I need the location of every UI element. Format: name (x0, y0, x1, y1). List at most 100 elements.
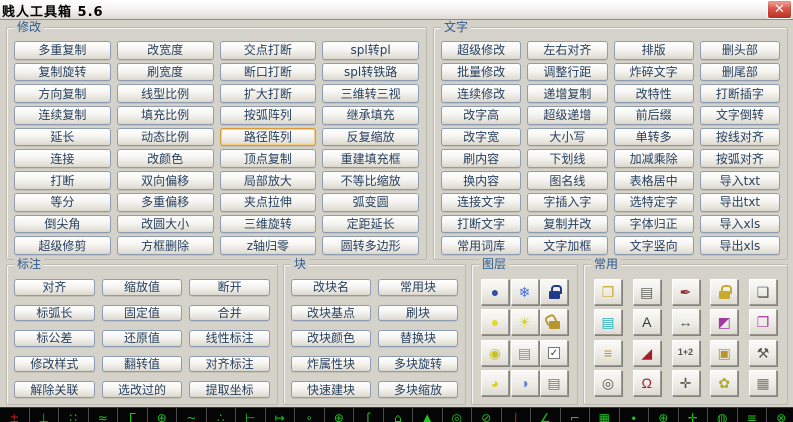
cad-tool-icon[interactable]: ⌐ (560, 407, 590, 422)
tool-button[interactable]: 复制旋转 (14, 62, 111, 82)
cad-tool-icon[interactable]: ✛ (678, 407, 708, 422)
layer-off-button[interactable]: ● (481, 279, 509, 305)
tool-button[interactable]: 延长 (14, 127, 111, 147)
tool-button[interactable]: 换内容 (441, 171, 522, 190)
magnet-button[interactable]: Ω (632, 369, 661, 396)
tool-button[interactable]: 解除关联 (14, 381, 95, 398)
tool-button[interactable]: 排版 (613, 41, 694, 60)
cad-tool-icon[interactable]: ∣ (501, 407, 531, 422)
tool-button[interactable]: z轴归零 (219, 236, 317, 255)
tool-button[interactable]: 批量修改 (441, 62, 522, 82)
tool-button[interactable]: 刷内容 (441, 149, 522, 169)
tool-button[interactable]: 多块旋转 (378, 355, 458, 373)
tool-button[interactable]: 改特性 (613, 84, 694, 104)
tool-button[interactable]: 改圆大小 (116, 214, 214, 234)
tool-button[interactable]: 重建填充框 (322, 149, 419, 169)
cad-tool-icon[interactable]: ± (0, 407, 30, 422)
layer-toggle-button[interactable]: ◑ (510, 369, 539, 396)
tool-button[interactable]: 扩大打断 (219, 84, 317, 104)
tool-button[interactable]: 前后缀 (613, 106, 694, 125)
tool-button[interactable]: 线型比例 (116, 84, 214, 104)
tool-button[interactable]: 连续复制 (14, 106, 111, 125)
tool-button[interactable]: 字体归正 (613, 214, 694, 234)
tool-button[interactable]: 连续修改 (441, 84, 522, 104)
tool-button[interactable]: 提取坐标 (189, 381, 270, 398)
tool-button[interactable]: 方向复制 (14, 84, 111, 104)
tool-button[interactable]: 炸属性块 (291, 355, 371, 373)
tool-button[interactable]: spl转铁路 (322, 62, 419, 82)
close-button[interactable]: ✕ (767, 0, 792, 19)
tool-button[interactable]: 不等比缩放 (322, 171, 419, 190)
cad-tool-icon[interactable]: ⊕ (324, 407, 354, 422)
tool-button[interactable]: 等分 (14, 192, 111, 212)
tool-button[interactable]: 多重复制 (14, 41, 111, 60)
tool-button[interactable]: 按线对齐 (699, 127, 780, 147)
tool-button[interactable]: 定距延长 (322, 214, 419, 234)
cad-tool-icon[interactable]: ⊕ (649, 407, 679, 422)
tool-button[interactable]: 交点打断 (219, 41, 317, 60)
tool-button[interactable]: 导出txt (699, 192, 780, 212)
tool-button[interactable]: 改块基点 (291, 304, 371, 322)
tool-button[interactable]: 导入xls (699, 214, 780, 234)
tool-button[interactable]: 导出xls (699, 236, 780, 255)
tool-button[interactable]: 超级修改 (441, 41, 522, 60)
tool-button[interactable]: 文字竖向 (613, 236, 694, 255)
tool-button[interactable]: 路径阵列 (219, 127, 317, 147)
tool-button[interactable]: 常用词库 (441, 236, 522, 255)
layer-on-lock-button[interactable]: ◉ (481, 339, 509, 366)
tool-button[interactable]: 按弧对齐 (699, 149, 780, 169)
tool-button[interactable]: 局部放大 (219, 171, 317, 190)
tool-button[interactable]: 方框删除 (116, 236, 214, 255)
tool-button[interactable]: 连接文字 (441, 192, 522, 212)
layer-lock-button[interactable] (540, 279, 568, 305)
tool-button[interactable]: 打断文字 (441, 214, 522, 234)
tool-button[interactable]: 三维转三视 (322, 84, 419, 104)
tool-button[interactable]: 多块缩放 (378, 381, 458, 398)
tool-button[interactable]: 炸碎文字 (613, 62, 694, 82)
globe-gear-button[interactable]: ✿ (710, 369, 739, 396)
lock-edit-button[interactable] (710, 279, 739, 305)
tool-button[interactable]: 改字高 (441, 106, 522, 125)
tool-button[interactable]: 复制并改 (527, 214, 608, 234)
tool-button[interactable]: 超级修剪 (14, 236, 111, 255)
cad-tool-icon[interactable]: ◍ (708, 407, 738, 422)
tool-button[interactable]: 文字加框 (527, 236, 608, 255)
tool-button[interactable]: 倒尖角 (14, 214, 111, 234)
cad-tool-icon[interactable]: ⊕ (147, 407, 177, 422)
tool-button[interactable]: 动态比例 (116, 127, 214, 147)
text-style-button[interactable]: A (632, 309, 661, 336)
tool-button[interactable]: 按弧阵列 (219, 106, 317, 125)
tool-button[interactable]: 改块颜色 (291, 330, 371, 347)
tool-button[interactable]: 反复缩放 (322, 127, 419, 147)
cad-tool-icon[interactable]: ◎ (442, 407, 472, 422)
cad-tool-icon[interactable]: ▲ (413, 407, 443, 422)
tool-button[interactable]: 双向偏移 (116, 171, 214, 190)
layer-off-pick-button[interactable]: ◕ (481, 369, 509, 396)
tool-button[interactable]: 刷块 (378, 304, 458, 322)
layer-freeze-button[interactable]: ❄ (510, 279, 539, 305)
tool-button[interactable]: 改宽度 (116, 41, 214, 60)
tool-button[interactable]: 打断 (14, 171, 111, 190)
cad-tool-icon[interactable]: Γ (118, 407, 148, 422)
write-block-button[interactable]: ❐ (749, 309, 777, 336)
tools-button[interactable]: ⚒ (749, 339, 777, 366)
tool-button[interactable]: 夹点拉伸 (219, 192, 317, 212)
tool-button[interactable]: 选特定字 (613, 192, 694, 212)
cad-tool-icon[interactable]: ⊢ (236, 407, 266, 422)
cad-tool-icon[interactable]: ≡ (737, 407, 767, 422)
tool-button[interactable]: 圆转多边形 (322, 236, 419, 255)
tool-button[interactable]: 选改过的 (101, 381, 183, 398)
tool-button[interactable]: 固定值 (101, 304, 183, 322)
tool-button[interactable]: 字插入字 (527, 192, 608, 212)
open-folder-button[interactable]: ❒ (594, 279, 622, 305)
tool-button[interactable]: 递增复制 (527, 84, 608, 104)
zoom-button[interactable]: ◎ (594, 369, 622, 396)
tool-button[interactable]: 合并 (189, 304, 270, 322)
tool-button[interactable]: 改颜色 (116, 149, 214, 169)
tool-button[interactable]: 删尾部 (699, 62, 780, 82)
tool-button[interactable]: 文字倒转 (699, 106, 780, 125)
tool-button[interactable]: spl转pl (322, 41, 419, 60)
tool-button[interactable]: 弧变圆 (322, 192, 419, 212)
cad-tool-icon[interactable]: ∴ (206, 407, 236, 422)
tool-button[interactable]: 三维旋转 (219, 214, 317, 234)
